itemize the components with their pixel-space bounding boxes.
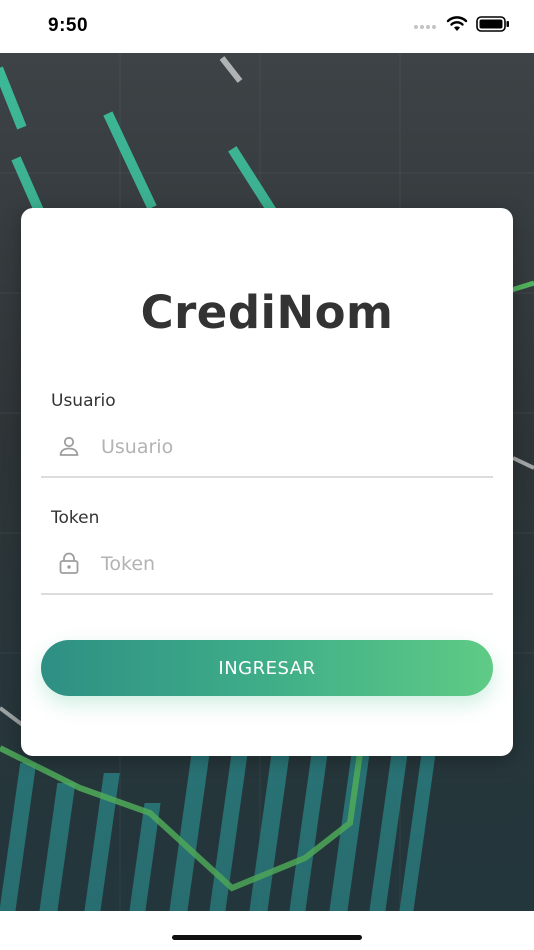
home-indicator-area bbox=[0, 911, 534, 950]
wifi-icon bbox=[446, 16, 468, 31]
username-label: Usuario bbox=[51, 391, 116, 411]
token-input[interactable] bbox=[99, 545, 483, 583]
user-icon bbox=[59, 436, 79, 456]
status-icons bbox=[414, 16, 510, 32]
lock-icon bbox=[59, 552, 79, 574]
app-title: CrediNom bbox=[140, 286, 394, 339]
status-bar: 9:50 bbox=[0, 0, 534, 53]
cellular-signal-icon bbox=[414, 25, 436, 29]
status-time: 9:50 bbox=[48, 15, 89, 36]
login-button[interactable]: INGRESAR bbox=[41, 640, 493, 696]
battery-icon bbox=[476, 16, 509, 32]
token-label: Token bbox=[51, 508, 100, 528]
token-field-container bbox=[41, 535, 493, 595]
username-input[interactable] bbox=[99, 428, 483, 466]
username-field-container bbox=[41, 418, 493, 478]
login-card: CrediNom Usuario Token INGRESAR bbox=[21, 208, 513, 756]
home-indicator[interactable] bbox=[172, 935, 362, 940]
